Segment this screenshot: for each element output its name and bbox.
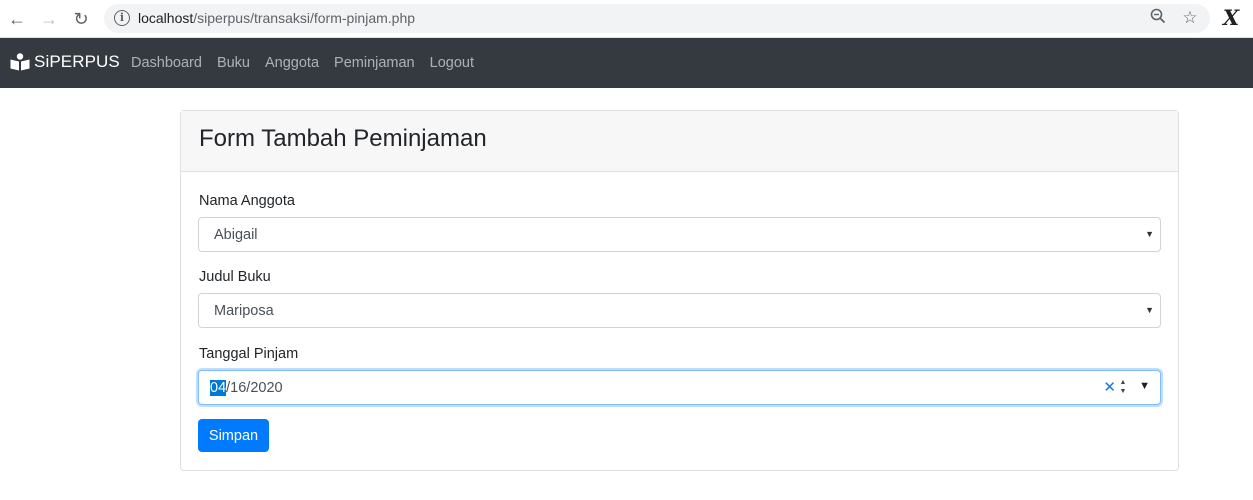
nav-links: Dashboard Buku Anggota Peminjaman Logout [131, 55, 489, 71]
brand-name: SiPERPUS [34, 52, 120, 71]
member-select-value: Abigail [214, 227, 258, 243]
nav-link-dashboard[interactable]: Dashboard [131, 55, 202, 71]
browser-toolbar: ← → ↻ i localhost/siperpus/transaksi/for… [0, 0, 1253, 38]
url-host: localhost [138, 10, 194, 26]
book-select[interactable]: Mariposa ▼ [198, 293, 1161, 328]
brand[interactable]: SiPERPUS [10, 52, 120, 72]
card-header: Form Tambah Peminjaman [181, 111, 1178, 172]
date-label: Tanggal Pinjam [199, 346, 299, 362]
info-icon[interactable]: i [114, 10, 130, 26]
zoom-icon[interactable] [1148, 8, 1168, 28]
date-value[interactable]: 04/16/2020 [210, 380, 283, 396]
back-arrow-icon[interactable]: ← [6, 8, 28, 30]
loan-form-card: Form Tambah Peminjaman Nama Anggota Abig… [180, 110, 1179, 471]
book-reader-icon [10, 53, 30, 71]
forward-arrow-icon[interactable]: → [38, 8, 60, 30]
address-bar[interactable]: i localhost/siperpus/transaksi/form-pinj… [104, 4, 1210, 33]
book-select-value: Mariposa [214, 303, 274, 319]
date-rest-segment[interactable]: /16/2020 [226, 380, 282, 396]
loan-date-input[interactable]: 04/16/2020 ✕ ▲ ▼ ▼ [198, 370, 1161, 405]
book-label: Judul Buku [199, 269, 271, 285]
page-title: Form Tambah Peminjaman [199, 125, 487, 152]
calendar-dropdown-icon[interactable]: ▼ [1139, 380, 1150, 392]
reload-icon[interactable]: ↻ [70, 8, 92, 30]
bookmark-star-icon[interactable]: ☆ [1180, 8, 1200, 28]
save-button[interactable]: Simpan [198, 419, 269, 452]
extension-x-icon[interactable]: X [1220, 6, 1242, 30]
chevron-down-icon: ▼ [1145, 229, 1154, 239]
member-label: Nama Anggota [199, 193, 295, 209]
member-select[interactable]: Abigail ▼ [198, 217, 1161, 252]
nav-link-logout[interactable]: Logout [430, 55, 474, 71]
date-month-segment[interactable]: 04 [210, 380, 227, 396]
nav-link-buku[interactable]: Buku [217, 55, 250, 71]
nav-link-peminjaman[interactable]: Peminjaman [334, 55, 415, 71]
top-navbar: SiPERPUS Dashboard Buku Anggota Peminjam… [0, 38, 1253, 88]
chevron-down-icon: ▼ [1145, 305, 1154, 315]
url-text[interactable]: localhost/siperpus/transaksi/form-pinjam… [138, 10, 415, 26]
nav-link-anggota[interactable]: Anggota [265, 55, 319, 71]
spinner-icon[interactable]: ▲ ▼ [1118, 378, 1128, 398]
clear-icon[interactable]: ✕ [1103, 378, 1116, 398]
url-path: /siperpus/transaksi/form-pinjam.php [193, 10, 416, 26]
